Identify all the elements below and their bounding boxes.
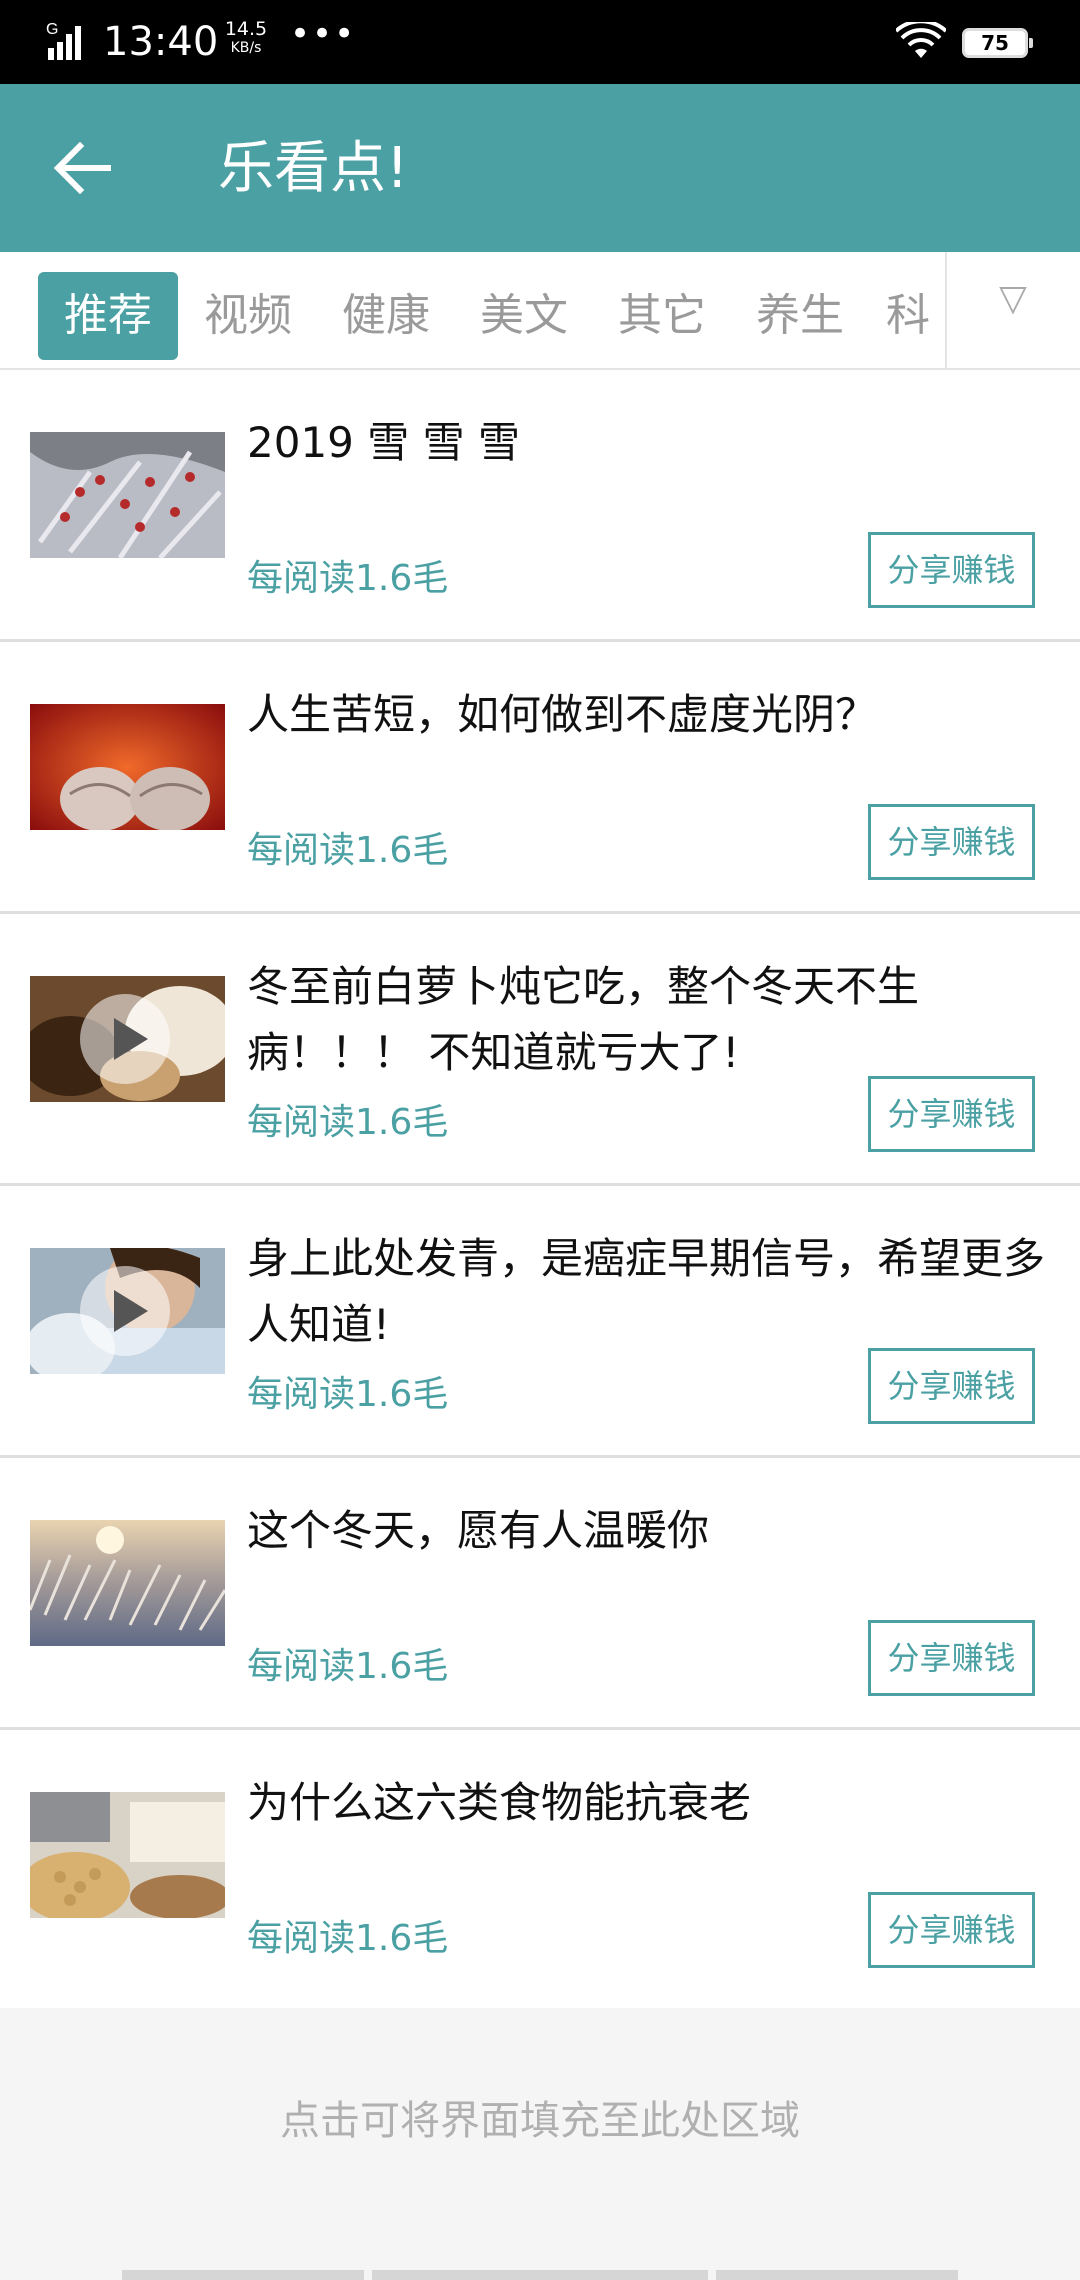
wifi-icon: [896, 22, 946, 58]
article-reward: 每阅读1.6毛: [247, 1918, 449, 1959]
bottom-bar-segment: [716, 2270, 958, 2280]
page-title: 乐看点!: [218, 136, 409, 201]
article-thumbnail: [30, 976, 225, 1102]
app-bar: 乐看点!: [0, 84, 1080, 252]
fill-area-hint: 点击可将界面填充至此处区域: [280, 2098, 800, 2144]
share-earn-button[interactable]: 分享赚钱: [868, 1348, 1035, 1424]
tabs-divider: [945, 252, 947, 370]
article-reward: 每阅读1.6毛: [247, 1646, 449, 1687]
article-title: 为什么这六类食物能抗衰老: [247, 1778, 752, 1827]
network-speed-unit: KB/s: [230, 40, 262, 56]
category-tabs: 推荐 视频 健康 美文 其它 养生 科 ▽: [0, 252, 1080, 370]
article-thumbnail: [30, 1248, 225, 1374]
article-title: 人生苦短，如何做到不虚度光阴？: [247, 690, 878, 739]
list-item[interactable]: 身上此处发青，是癌症早期信号，希望更多人知道! 每阅读1.6毛 分享赚钱: [0, 1186, 1080, 1458]
list-item[interactable]: 人生苦短，如何做到不虚度光阴？ 每阅读1.6毛 分享赚钱: [0, 642, 1080, 914]
tab-science[interactable]: 科: [878, 272, 938, 360]
article-reward: 每阅读1.6毛: [247, 1374, 449, 1415]
arrow-left-icon[interactable]: [52, 140, 112, 196]
article-reward: 每阅读1.6毛: [247, 558, 449, 599]
play-icon: [80, 994, 170, 1084]
bottom-handle: [0, 2270, 1080, 2280]
fill-area[interactable]: 点击可将界面填充至此处区域: [0, 2008, 1080, 2280]
article-thumbnail: [30, 432, 225, 558]
tab-health[interactable]: 健康: [326, 272, 446, 360]
share-earn-button[interactable]: 分享赚钱: [868, 1620, 1035, 1696]
chevron-down-icon[interactable]: ▽: [990, 276, 1036, 322]
article-thumbnail: [30, 1792, 225, 1918]
tab-other[interactable]: 其它: [602, 272, 722, 360]
tab-essays[interactable]: 美文: [464, 272, 584, 360]
tab-video[interactable]: 视频: [188, 272, 308, 360]
share-earn-button[interactable]: 分享赚钱: [868, 532, 1035, 608]
article-title: 2019 雪 雪 雪: [247, 418, 520, 467]
list-item[interactable]: 2019 雪 雪 雪 每阅读1.6毛 分享赚钱: [0, 370, 1080, 642]
bottom-bar-segment: [122, 2270, 364, 2280]
article-thumbnail: [30, 704, 225, 830]
list-item[interactable]: 冬至前白萝卜炖它吃，整个冬天不生病！！！ 不知道就亏大了! 每阅读1.6毛 分享…: [0, 914, 1080, 1186]
more-notifications-icon: •••: [290, 14, 357, 54]
article-title: 这个冬天，愿有人温暖你: [247, 1506, 710, 1555]
tab-wellness[interactable]: 养生: [740, 272, 860, 360]
article-thumbnail: [30, 1520, 225, 1646]
tab-recommend[interactable]: 推荐: [38, 272, 178, 360]
article-reward: 每阅读1.6毛: [247, 830, 449, 871]
status-time: 13:40: [103, 19, 219, 65]
article-title: 冬至前白萝卜炖它吃，整个冬天不生病！！！ 不知道就亏大了!: [247, 962, 920, 1077]
list-item[interactable]: 为什么这六类食物能抗衰老 每阅读1.6毛 分享赚钱: [0, 1730, 1080, 2008]
network-speed: 14.5 KB/s: [216, 20, 276, 58]
signal-icon: G: [46, 21, 81, 60]
battery-icon: 75: [962, 28, 1033, 58]
share-earn-button[interactable]: 分享赚钱: [868, 1076, 1035, 1152]
article-title: 身上此处发青，是癌症早期信号，希望更多人知道!: [247, 1234, 1046, 1349]
share-earn-button[interactable]: 分享赚钱: [868, 804, 1035, 880]
status-bar: G 13:40 14.5 KB/s ••• 75: [0, 0, 1080, 84]
article-list: 2019 雪 雪 雪 每阅读1.6毛 分享赚钱 人生苦短，如何做到不虚度光阴？ …: [0, 370, 1080, 2008]
list-item[interactable]: 这个冬天，愿有人温暖你 每阅读1.6毛 分享赚钱: [0, 1458, 1080, 1730]
bottom-bar-segment: [372, 2270, 708, 2280]
svg-text:G: G: [46, 21, 58, 38]
article-reward: 每阅读1.6毛: [247, 1102, 449, 1143]
play-icon: [80, 1266, 170, 1356]
network-speed-value: 14.5: [224, 18, 268, 40]
share-earn-button[interactable]: 分享赚钱: [868, 1892, 1035, 1968]
